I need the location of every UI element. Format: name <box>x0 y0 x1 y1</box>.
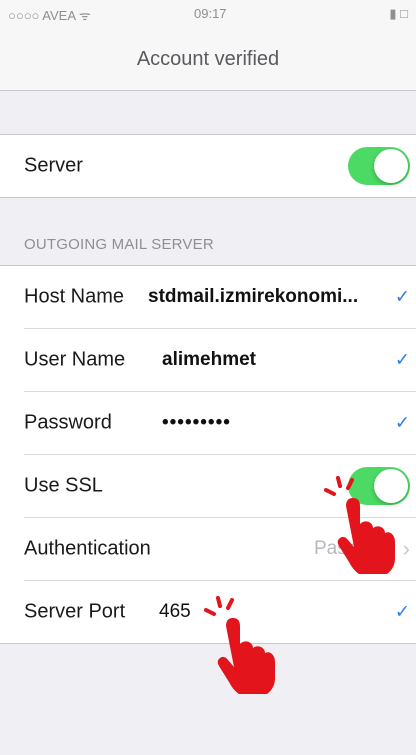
user-name-row[interactable]: User Name alimehmet ✓ <box>24 329 416 392</box>
checkmark-icon: ✓ <box>394 601 410 622</box>
password-label: Password <box>24 411 112 434</box>
server-toggle[interactable] <box>348 147 410 185</box>
checkmark-icon: ✓ <box>394 349 410 370</box>
section-header-outgoing: OUTGOING MAIL SERVER <box>24 236 214 253</box>
outgoing-server-group: Host Name stdmail.izmirekonomi... ✓ User… <box>0 265 416 644</box>
password-field[interactable]: ••••••••• <box>162 412 231 434</box>
checkmark-icon: ✓ <box>394 412 410 433</box>
password-row[interactable]: Password ••••••••• ✓ <box>24 392 416 455</box>
server-group: Server <box>0 134 416 198</box>
hand-pointer-icon <box>324 476 395 574</box>
user-name-label: User Name <box>24 348 126 371</box>
server-port-field[interactable]: 465 <box>159 601 191 623</box>
chevron-right-icon: › <box>402 536 410 561</box>
server-row: Server <box>24 135 416 197</box>
battery-icon: ▮ □ <box>389 6 408 21</box>
use-ssl-label: Use SSL <box>24 474 103 497</box>
checkmark-icon: ✓ <box>394 286 410 307</box>
status-bar: ○○○○ AVEA ᯤ 09:17 ▮ □ <box>0 0 416 26</box>
host-name-label: Host Name <box>24 285 125 308</box>
server-label: Server <box>24 154 83 177</box>
host-name-row[interactable]: Host Name stdmail.izmirekonomi... ✓ <box>24 266 416 329</box>
status-time: 09:17 <box>194 6 227 21</box>
toggle-knob <box>374 149 408 183</box>
authentication-label: Authentication <box>24 537 151 560</box>
server-port-label: Server Port <box>24 600 126 623</box>
hand-pointer-icon <box>204 596 275 694</box>
navigation-bar: Account verified <box>0 26 416 91</box>
carrier-label: ○○○○ AVEA ᯤ <box>8 8 91 23</box>
page-title: Account verified <box>136 48 280 70</box>
host-name-field[interactable]: stdmail.izmirekonomi... <box>148 286 358 308</box>
user-name-field[interactable]: alimehmet <box>162 349 256 371</box>
